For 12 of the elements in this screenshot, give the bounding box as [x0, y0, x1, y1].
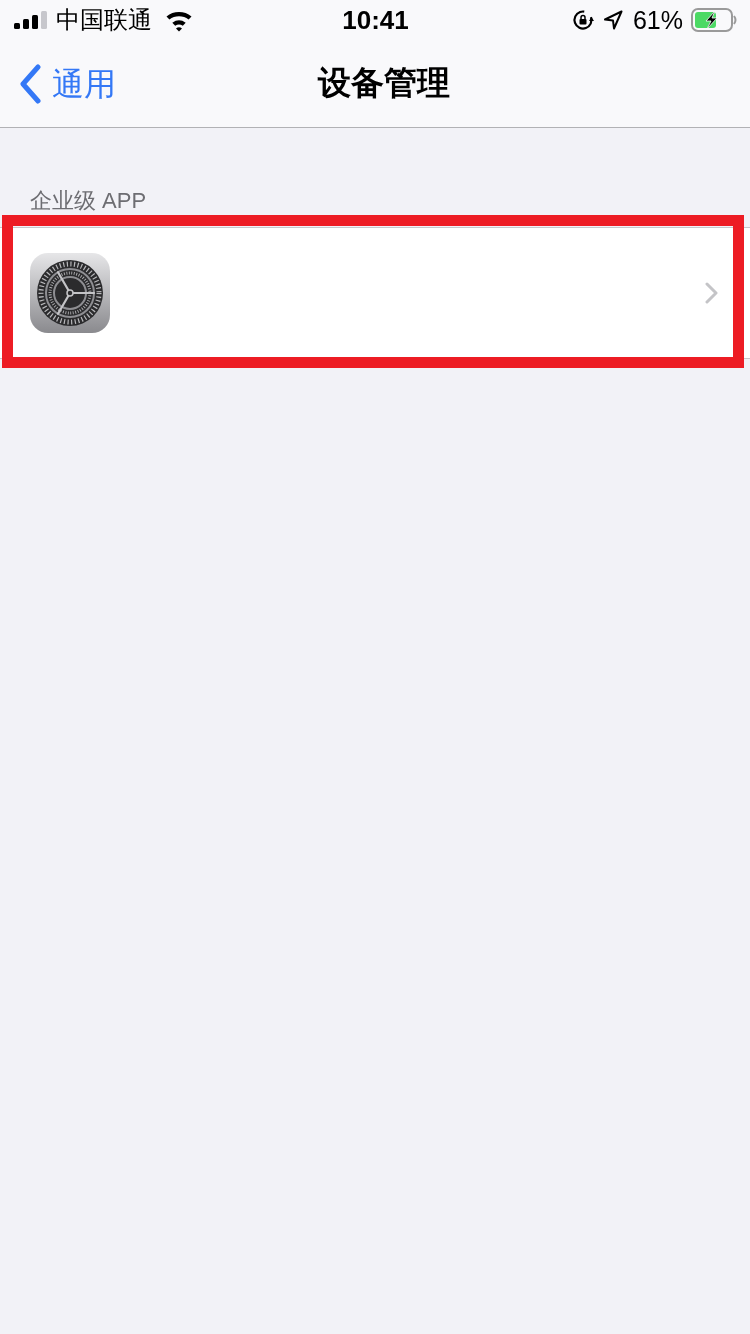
back-button[interactable]: 通用	[18, 63, 116, 104]
back-chevron-icon	[18, 63, 42, 104]
orientation-lock-icon	[571, 9, 595, 31]
battery-percentage: 61%	[632, 5, 683, 35]
chevron-right-icon	[705, 282, 718, 304]
gear-app-icon	[30, 253, 110, 333]
section-header: 企业级 APP	[29, 188, 148, 214]
signal-icon	[14, 11, 47, 29]
location-arrow-icon	[602, 10, 623, 30]
page-title: 设备管理	[318, 63, 450, 103]
status-time: 10:41	[342, 4, 409, 36]
carrier-name: 中国联通	[56, 6, 152, 34]
